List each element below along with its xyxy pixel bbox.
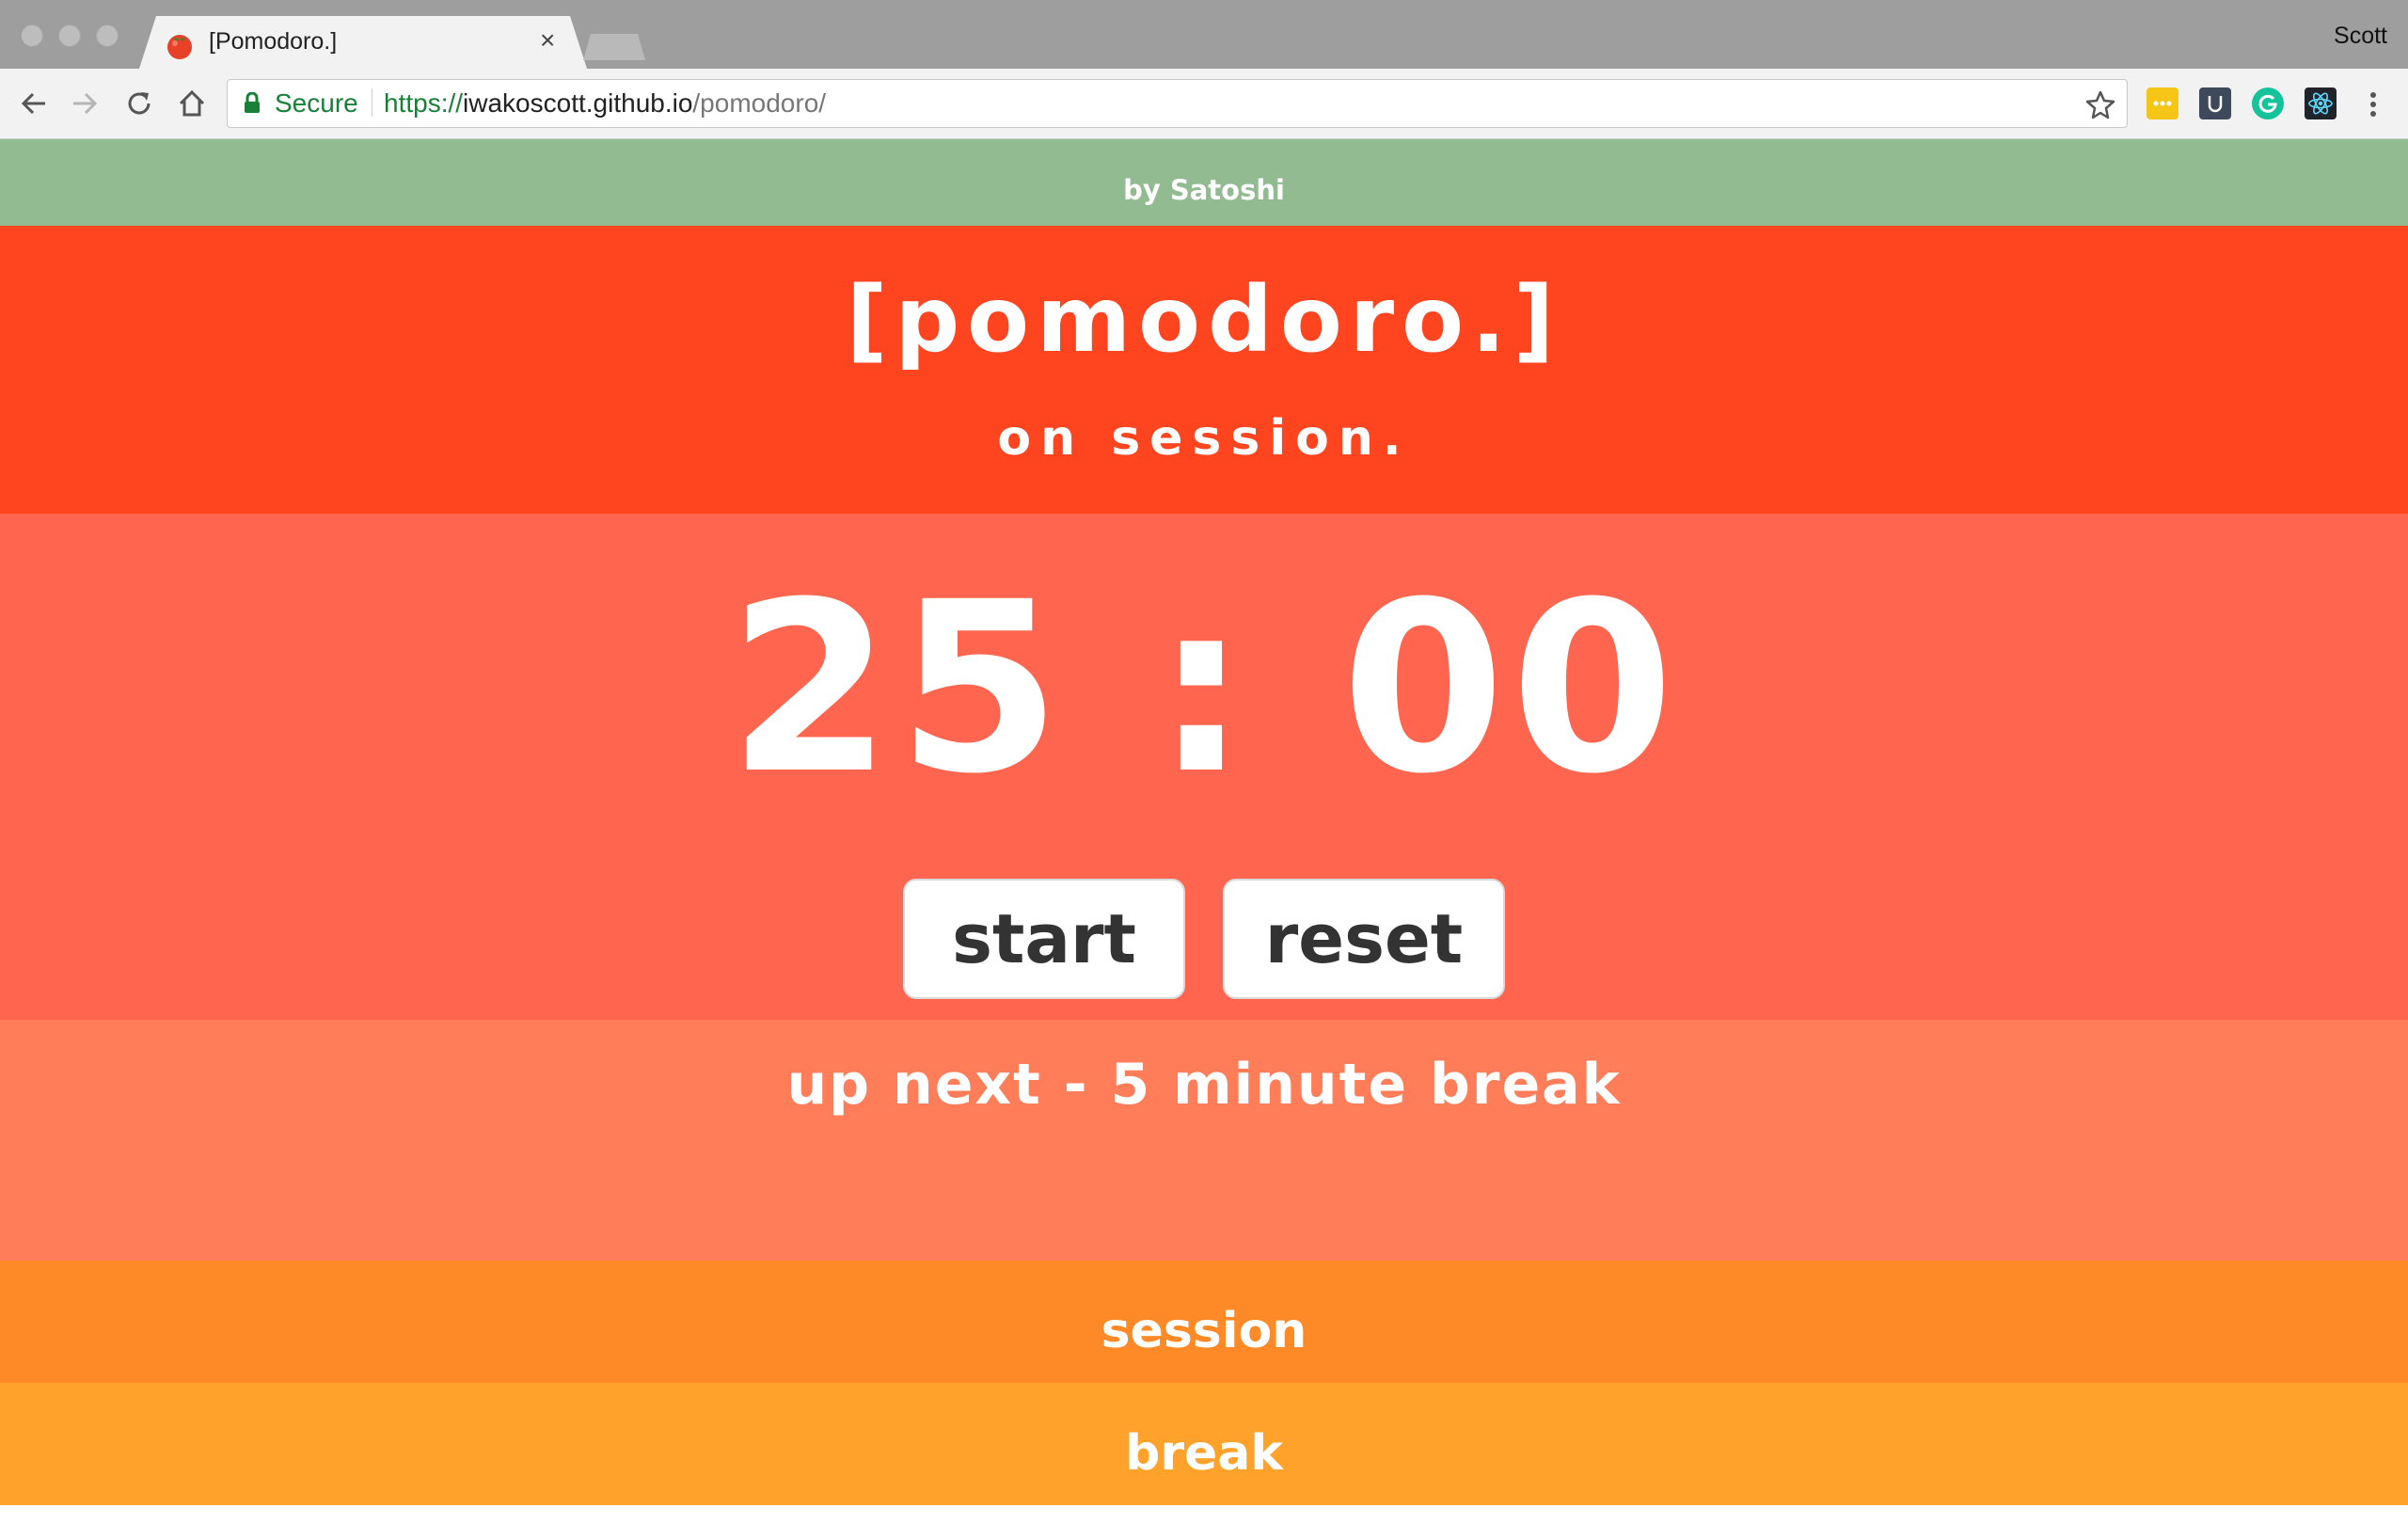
timer-display: 25 : 00 [0,551,2408,825]
notes-extension-icon[interactable] [2147,87,2178,119]
session-label: session [1101,1303,1307,1359]
profile-name[interactable]: Scott [2334,23,2387,50]
u-extension-icon[interactable] [2199,87,2231,119]
tab-close-icon[interactable]: × [540,27,555,54]
home-icon[interactable] [175,87,209,120]
timer-separator: : [1154,551,1254,825]
up-next-section: up next - 5 minute break [0,1020,2408,1261]
lock-icon [245,92,260,113]
tab-title: [Pomodoro.] [209,28,338,55]
url-text[interactable]: https://iwakoscott.github.io/pomodoro/ [384,88,826,119]
reload-icon[interactable] [122,87,156,120]
byline: by Satoshi [1123,174,1285,206]
tomato-favicon-icon [167,35,192,59]
window-close-button[interactable] [21,24,43,47]
new-tab-button[interactable] [583,34,645,60]
forward-icon[interactable] [68,87,102,120]
window-zoom-button[interactable] [96,24,119,47]
app-header: [pomodoro.] on session. [0,226,2408,514]
star-icon[interactable] [2085,89,2115,119]
secure-label: Secure [275,88,358,118]
url-path: /pomodoro/ [692,88,827,118]
timer-section: 25 : 00 start reset [0,514,2408,1020]
browser-tab[interactable] [139,16,587,69]
app-title: [pomodoro.] [846,267,1562,373]
up-next-label: up next - 5 minute break [786,1052,1622,1118]
pomodoro-page: by Satoshi [pomodoro.] on session. 25 : … [0,139,2408,1505]
menu-icon[interactable] [2364,88,2383,120]
window-minimize-button[interactable] [58,24,81,47]
reset-button[interactable]: reset [1223,879,1505,999]
byline-bar: by Satoshi [0,139,2408,226]
grammarly-extension-icon[interactable] [2252,87,2284,119]
timer-minutes: 25 [728,551,1067,825]
url-host: iwakoscott.github.io [463,88,693,118]
session-setting-bar[interactable]: session [0,1261,2408,1383]
timer-seconds: 00 [1341,551,1680,825]
react-devtools-icon[interactable] [2305,87,2337,119]
break-label: break [1125,1425,1283,1482]
back-icon[interactable] [17,87,51,120]
session-status: on session. [997,410,1411,467]
start-button[interactable]: start [903,879,1185,999]
break-setting-bar[interactable]: break [0,1383,2408,1505]
url-scheme: https:// [384,88,464,118]
